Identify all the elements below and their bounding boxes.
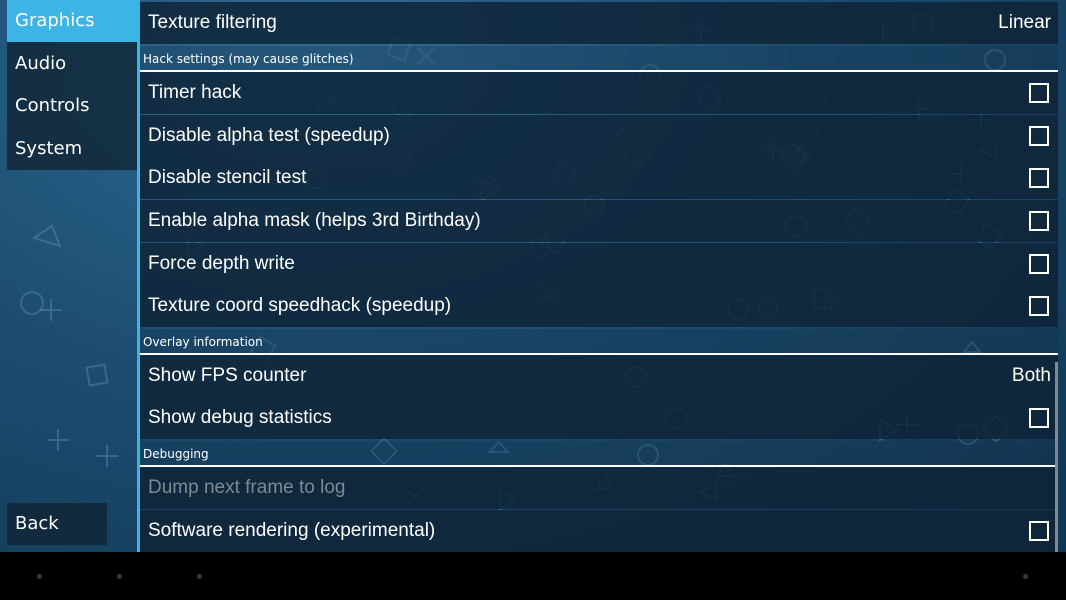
settings-screen: Graphics Audio Controls System Back Text… — [0, 0, 1066, 552]
disable-alpha-test-checkbox[interactable] — [1029, 126, 1049, 146]
system-navigation-bar — [0, 552, 1066, 600]
disable-alpha-test-setting[interactable]: Disable alpha test (speedup) — [140, 115, 1058, 157]
force-depth-write-checkbox[interactable] — [1029, 254, 1049, 274]
nav-menu-dot[interactable] — [1023, 574, 1028, 579]
texture-filtering-setting[interactable]: Texture filtering Linear — [140, 2, 1058, 44]
disable-stencil-test-setting[interactable]: Disable stencil test — [140, 157, 1058, 199]
texture-coord-speedhack-checkbox[interactable] — [1029, 296, 1049, 316]
texture-filtering-label: Texture filtering — [148, 12, 277, 33]
section-header-hack-settings: Hack settings (may cause glitches) — [140, 46, 1058, 72]
section-header-debugging: Debugging — [140, 441, 1058, 467]
disable-stencil-test-label: Disable stencil test — [148, 167, 307, 188]
settings-tab-list: Graphics Audio Controls System — [7, 0, 137, 170]
enable-alpha-mask-setting[interactable]: Enable alpha mask (helps 3rd Birthday) — [140, 200, 1058, 242]
show-debug-statistics-setting[interactable]: Show debug statistics — [140, 397, 1058, 439]
show-debug-statistics-label: Show debug statistics — [148, 407, 332, 428]
timer-hack-checkbox[interactable] — [1029, 83, 1049, 103]
settings-scrollbar[interactable] — [1055, 362, 1058, 552]
nav-recents-dot[interactable] — [197, 574, 202, 579]
enable-alpha-mask-checkbox[interactable] — [1029, 211, 1049, 231]
disable-alpha-test-label: Disable alpha test (speedup) — [148, 125, 390, 146]
show-fps-counter-setting[interactable]: Show FPS counter Both — [140, 355, 1058, 397]
back-button[interactable]: Back — [7, 503, 107, 545]
tab-system[interactable]: System — [7, 128, 137, 170]
show-fps-counter-value: Both — [1011, 365, 1051, 386]
dump-next-frame-setting: Dump next frame to log — [140, 467, 1058, 509]
disable-stencil-test-checkbox[interactable] — [1029, 168, 1049, 188]
section-header-overlay-information: Overlay information — [140, 329, 1058, 355]
enable-alpha-mask-label: Enable alpha mask (helps 3rd Birthday) — [148, 210, 481, 231]
force-depth-write-setting[interactable]: Force depth write — [140, 243, 1058, 285]
force-depth-write-label: Force depth write — [148, 253, 295, 274]
show-fps-counter-label: Show FPS counter — [148, 365, 307, 386]
timer-hack-setting[interactable]: Timer hack — [140, 72, 1058, 114]
software-rendering-setting[interactable]: Software rendering (experimental) — [140, 510, 1058, 552]
software-rendering-checkbox[interactable] — [1029, 521, 1049, 541]
timer-hack-label: Timer hack — [148, 82, 242, 103]
show-debug-statistics-checkbox[interactable] — [1029, 408, 1049, 428]
texture-coord-speedhack-setting[interactable]: Texture coord speedhack (speedup) — [140, 285, 1058, 327]
tab-graphics[interactable]: Graphics — [7, 0, 137, 42]
software-rendering-label: Software rendering (experimental) — [148, 520, 436, 541]
texture-filtering-value: Linear — [998, 12, 1051, 33]
dump-next-frame-label: Dump next frame to log — [148, 477, 346, 498]
nav-home-dot[interactable] — [117, 574, 122, 579]
tab-controls[interactable]: Controls — [7, 85, 137, 127]
nav-back-dot[interactable] — [37, 574, 42, 579]
tab-audio[interactable]: Audio — [7, 43, 137, 85]
texture-coord-speedhack-label: Texture coord speedhack (speedup) — [148, 295, 452, 316]
